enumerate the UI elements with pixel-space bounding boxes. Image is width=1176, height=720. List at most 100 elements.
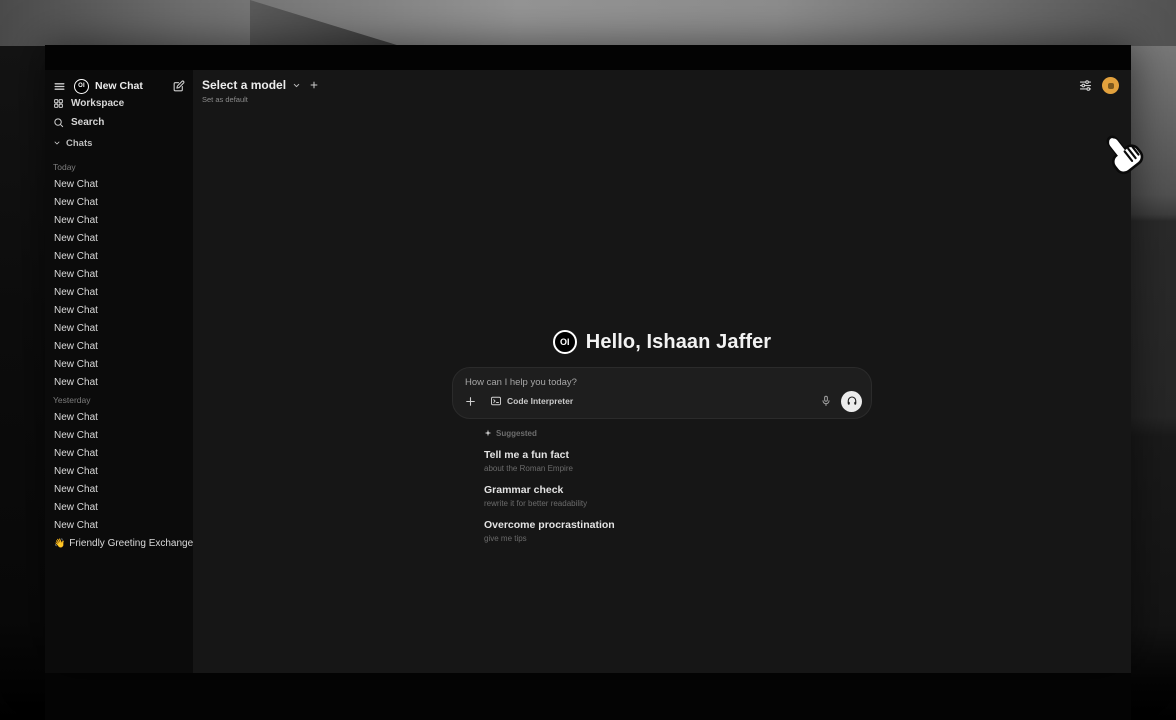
set-default-link[interactable]: Set as default xyxy=(202,95,1131,105)
settings-sliders-icon[interactable] xyxy=(1078,78,1093,93)
microphone-icon[interactable] xyxy=(820,395,832,407)
add-model-icon[interactable] xyxy=(309,80,319,90)
suggestion-title: Overcome procrastination xyxy=(484,519,872,532)
main-panel: Select a model Set as default xyxy=(193,70,1131,673)
chat-item-label: New Chat xyxy=(54,269,98,280)
grid-icon xyxy=(53,98,64,109)
chat-list-item[interactable]: New Chat xyxy=(53,193,185,211)
greeting-row: OI Hello, Ishaan Jaffer xyxy=(452,329,872,355)
sidebar-item-workspace[interactable]: Workspace xyxy=(53,94,185,113)
suggested-section: Suggested Tell me a fun fact about the R… xyxy=(452,427,872,544)
sidebar-item-search[interactable]: Search xyxy=(53,113,185,132)
sparkle-icon xyxy=(484,429,492,437)
chat-list-item[interactable]: New Chat xyxy=(53,480,185,498)
user-avatar[interactable] xyxy=(1102,77,1119,94)
chat-list-item[interactable]: New Chat xyxy=(53,319,185,337)
chat-list-item[interactable]: New Chat xyxy=(53,426,185,444)
chat-group-label: Today xyxy=(53,161,185,173)
app-logo: OI xyxy=(74,79,89,94)
chat-item-label: New Chat xyxy=(54,215,98,226)
chats-label: Chats xyxy=(66,138,92,149)
suggested-label: Suggested xyxy=(496,429,537,438)
chat-item-label: New Chat xyxy=(54,466,98,477)
chats-section-toggle[interactable]: Chats xyxy=(53,136,185,150)
chat-list-item[interactable]: New Chat xyxy=(53,408,185,426)
terminal-icon xyxy=(490,395,502,407)
chat-list-item[interactable]: New Chat xyxy=(53,444,185,462)
chat-item-label: New Chat xyxy=(54,233,98,244)
suggestion-subtitle: about the Roman Empire xyxy=(484,464,872,474)
chat-list-item[interactable]: New Chat xyxy=(53,337,185,355)
chat-item-label: Friendly Greeting Exchange xyxy=(69,538,193,549)
chat-list-item[interactable]: New Chat xyxy=(53,498,185,516)
composer-controls: Code Interpreter xyxy=(453,392,871,418)
wallpaper-top xyxy=(0,0,1176,46)
chat-list-item[interactable]: New Chat xyxy=(53,462,185,480)
chat-list-item[interactable]: New Chat xyxy=(53,247,185,265)
chat-group-label: Yesterday xyxy=(53,394,185,406)
wallpaper-right xyxy=(1131,46,1176,720)
chat-group-items: New Chat New Chat New Chat xyxy=(53,408,185,552)
chat-list-item[interactable]: New Chat xyxy=(53,516,185,534)
code-interpreter-toggle[interactable]: Code Interpreter xyxy=(490,395,573,407)
sidebar-toggle-icon[interactable] xyxy=(53,80,66,93)
suggestion-subtitle: rewrite it for better readability xyxy=(484,499,872,509)
chat-item-label: New Chat xyxy=(54,287,98,298)
greeting-text: Hello, Ishaan Jaffer xyxy=(586,331,771,354)
chat-list-item[interactable]: New Chat xyxy=(53,283,185,301)
chat-list-item[interactable]: New Chat xyxy=(53,355,185,373)
message-input[interactable] xyxy=(453,368,871,392)
suggestion-title: Grammar check xyxy=(484,484,872,497)
chat-item-label: New Chat xyxy=(54,179,98,190)
suggestion-title: Tell me a fun fact xyxy=(484,449,872,462)
chat-list-item[interactable]: New Chat xyxy=(53,373,185,391)
new-chat-icon[interactable] xyxy=(172,80,185,93)
model-selector[interactable]: Select a model xyxy=(202,77,1131,93)
chat-item-label: New Chat xyxy=(54,430,98,441)
hero-section: OI Hello, Ishaan Jaffer Code Inter xyxy=(452,329,872,544)
chat-group-items: New Chat New Chat New Chat xyxy=(53,175,185,391)
suggestion-item[interactable]: Grammar check rewrite it for better read… xyxy=(484,484,872,509)
chat-item-label: New Chat xyxy=(54,341,98,352)
chat-list-item[interactable]: New Chat xyxy=(53,301,185,319)
wallpaper-bottom xyxy=(45,673,1131,720)
wallpaper-left xyxy=(0,46,45,720)
suggestion-item[interactable]: Overcome procrastination give me tips xyxy=(484,519,872,544)
chat-list-item[interactable]: New Chat xyxy=(53,211,185,229)
sidebar: OI New Chat Workspace Search xyxy=(45,70,193,673)
sidebar-title: New Chat xyxy=(95,80,172,92)
voice-call-button[interactable] xyxy=(841,391,862,412)
chat-item-label: New Chat xyxy=(54,251,98,262)
window-titlebar xyxy=(45,45,1131,70)
wave-emoji: 👋 xyxy=(54,538,65,549)
model-selector-block: Select a model Set as default xyxy=(193,70,1131,105)
chat-item-label: New Chat xyxy=(54,502,98,513)
chat-item-label: New Chat xyxy=(54,520,98,531)
suggested-header: Suggested xyxy=(484,427,872,439)
suggestion-item[interactable]: Tell me a fun fact about the Roman Empir… xyxy=(484,449,872,474)
message-composer: Code Interpreter xyxy=(452,367,872,419)
header-actions xyxy=(1078,77,1119,94)
app-window: OI New Chat Workspace Search xyxy=(45,45,1131,673)
chat-item-label: New Chat xyxy=(54,484,98,495)
chat-list-item[interactable]: New Chat xyxy=(53,229,185,247)
search-label: Search xyxy=(71,117,104,128)
suggestion-list: Tell me a fun fact about the Roman Empir… xyxy=(484,449,872,544)
app-body: OI New Chat Workspace Search xyxy=(45,70,1131,673)
chat-item-label: New Chat xyxy=(54,197,98,208)
chat-list-item[interactable]: 👋 Friendly Greeting Exchange xyxy=(53,534,185,552)
chat-list: Today New Chat New xyxy=(53,150,185,552)
chat-item-label: New Chat xyxy=(54,359,98,370)
chat-list-item[interactable]: New Chat xyxy=(53,265,185,283)
suggestion-subtitle: give me tips xyxy=(484,534,872,544)
chevron-down-icon xyxy=(292,81,301,90)
avatar-mark xyxy=(1108,83,1114,89)
chat-item-label: New Chat xyxy=(54,448,98,459)
chat-list-item[interactable]: New Chat xyxy=(53,175,185,193)
chat-item-label: New Chat xyxy=(54,377,98,388)
chat-group: Yesterday New Chat xyxy=(53,394,185,552)
app-logo-large: OI xyxy=(553,330,577,354)
chat-group: Today New Chat New xyxy=(53,161,185,391)
chat-item-label: New Chat xyxy=(54,412,98,423)
attach-plus-icon[interactable] xyxy=(464,395,477,408)
